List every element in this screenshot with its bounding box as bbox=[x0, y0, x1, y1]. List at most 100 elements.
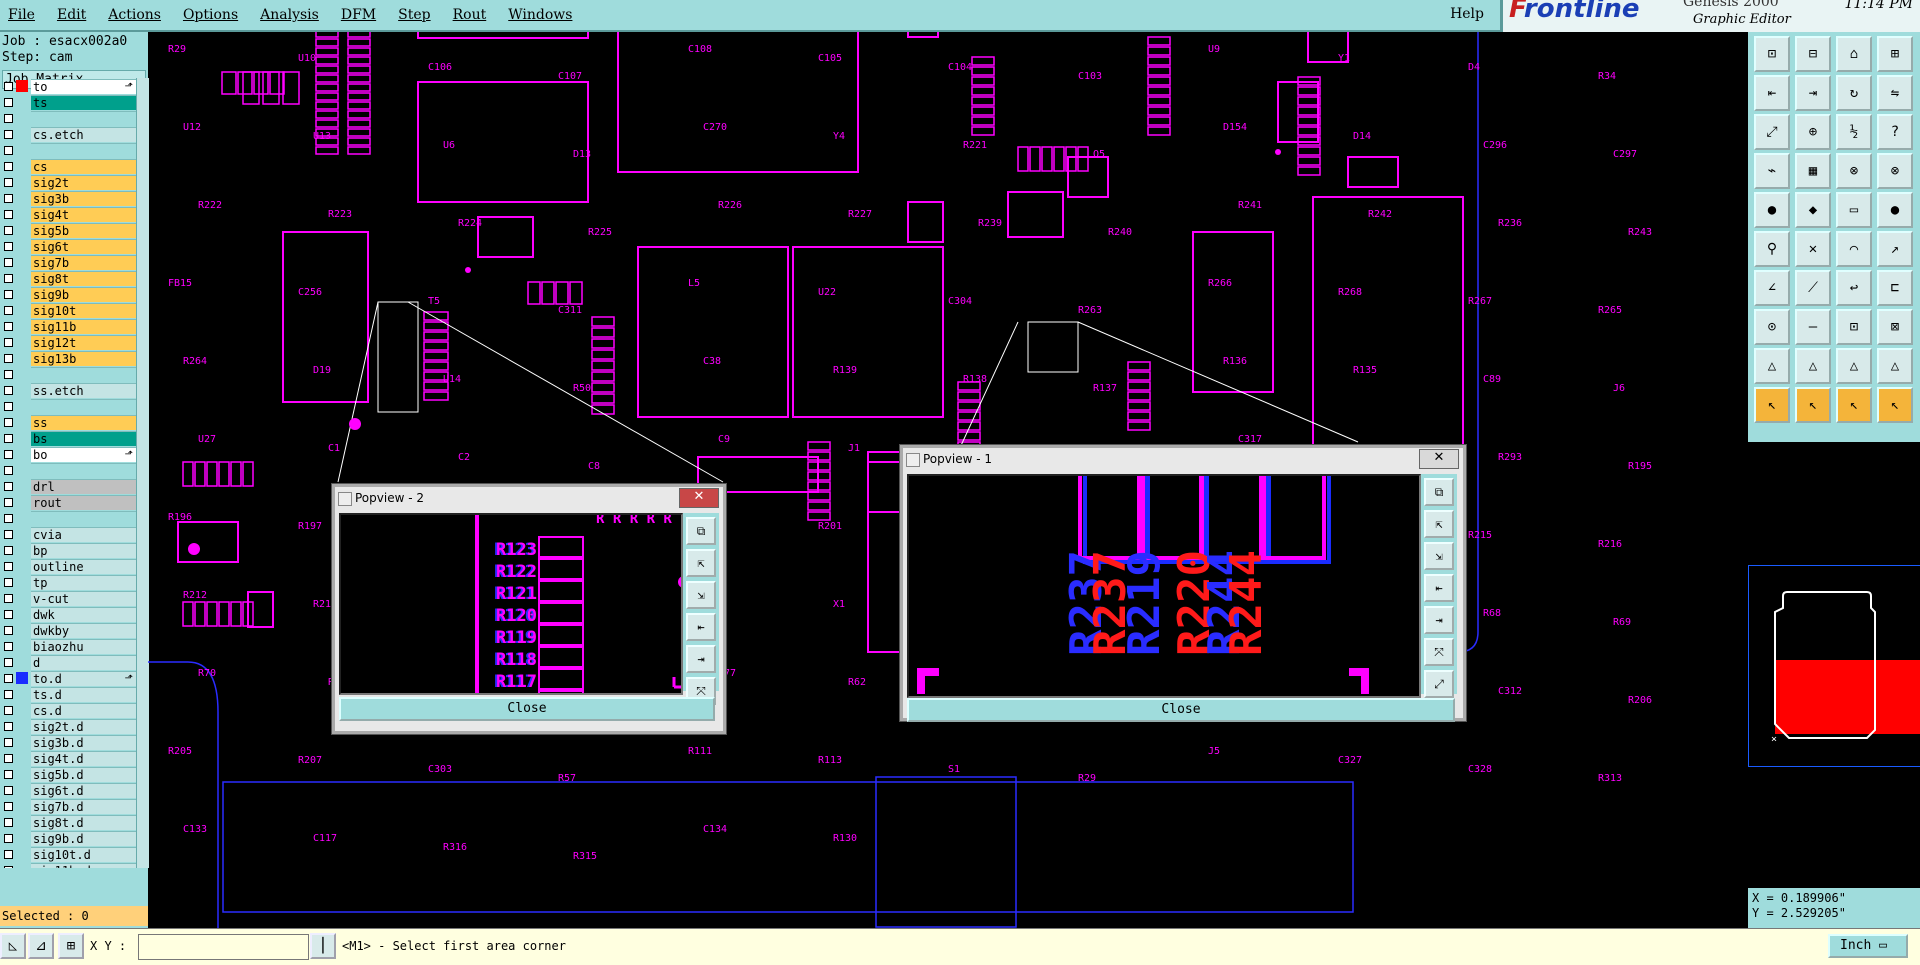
layer-checkbox[interactable] bbox=[4, 641, 13, 651]
pin-tool-icon[interactable]: ⊙ bbox=[1754, 309, 1790, 345]
close-icon[interactable]: ✕ bbox=[1419, 449, 1459, 469]
layer-checkbox[interactable] bbox=[4, 593, 13, 603]
layer-row[interactable]: sig7b bbox=[0, 254, 136, 270]
snap-icon[interactable]: ⌁ bbox=[1754, 153, 1790, 189]
measure-icon[interactable]: ⊿ bbox=[28, 933, 54, 959]
pointer-icon[interactable]: ↖ bbox=[1754, 387, 1790, 423]
layer-color-swatch[interactable] bbox=[16, 176, 28, 188]
layer-color-swatch[interactable] bbox=[16, 864, 28, 868]
layer-row[interactable]: sig11b bbox=[0, 318, 136, 334]
net-tool-icon[interactable]: ⚲ bbox=[1754, 231, 1790, 267]
layer-color-swatch[interactable] bbox=[16, 224, 28, 236]
layer-checkbox[interactable] bbox=[4, 289, 13, 299]
layer-color-swatch[interactable] bbox=[16, 560, 28, 572]
arc-tool-icon[interactable]: ⌒ bbox=[1836, 231, 1872, 267]
zoom-fit-button[interactable]: ⧉ bbox=[686, 517, 716, 545]
layer-checkbox[interactable] bbox=[4, 273, 13, 283]
layer-row[interactable]: sig4t bbox=[0, 206, 136, 222]
zoom-out-button[interactable]: ⇲ bbox=[1424, 542, 1454, 570]
pad-select-red-icon[interactable]: ⊗ bbox=[1877, 153, 1913, 189]
pan-right-button[interactable]: ⇥ bbox=[686, 645, 716, 673]
layer-row[interactable]: ss.etch bbox=[0, 382, 136, 398]
popview-2-titlebar[interactable]: Popview - 2 ✕ bbox=[335, 487, 723, 509]
layer-checkbox[interactable] bbox=[4, 769, 13, 779]
layer-row[interactable] bbox=[0, 462, 136, 478]
layer-checkbox[interactable] bbox=[4, 753, 13, 763]
pan-left-button[interactable]: ⇤ bbox=[686, 613, 716, 641]
layer-color-swatch[interactable] bbox=[16, 352, 28, 364]
layer-row[interactable]: sig4t.d bbox=[0, 750, 136, 766]
cut-tool-icon[interactable]: — bbox=[1795, 309, 1831, 345]
layer-color-swatch[interactable] bbox=[16, 256, 28, 268]
layer-color-swatch[interactable] bbox=[16, 448, 28, 460]
layer-row[interactable]: ts.d bbox=[0, 686, 136, 702]
layer-checkbox[interactable] bbox=[4, 801, 13, 811]
layer-color-swatch[interactable] bbox=[16, 768, 28, 780]
layer-checkbox[interactable] bbox=[4, 321, 13, 331]
layer-checkbox[interactable] bbox=[4, 545, 13, 555]
layer-checkbox[interactable] bbox=[4, 113, 13, 123]
layer-row[interactable] bbox=[0, 510, 136, 526]
cross-tool-icon[interactable]: ✕ bbox=[1795, 231, 1831, 267]
xy-input[interactable] bbox=[138, 934, 309, 960]
layer-color-swatch[interactable] bbox=[16, 416, 28, 428]
board-overview[interactable]: × bbox=[1748, 565, 1920, 767]
layer-color-swatch[interactable] bbox=[16, 480, 28, 492]
layer-checkbox[interactable] bbox=[4, 305, 13, 315]
layer-row[interactable]: cs.etch bbox=[0, 126, 136, 142]
layer-row[interactable]: sig9b.d bbox=[0, 830, 136, 846]
menu-options[interactable]: Options bbox=[183, 7, 238, 23]
layer-color-swatch[interactable] bbox=[16, 240, 28, 252]
layer-checkbox[interactable] bbox=[4, 385, 13, 395]
layer-row[interactable]: sig13b bbox=[0, 350, 136, 366]
layer-row[interactable]: drl bbox=[0, 478, 136, 494]
layer-color-swatch[interactable] bbox=[16, 192, 28, 204]
layer-checkbox[interactable] bbox=[4, 529, 13, 539]
layer-color-swatch[interactable] bbox=[16, 656, 28, 668]
circle-tool-icon[interactable]: ● bbox=[1877, 192, 1913, 228]
layer-color-swatch[interactable] bbox=[16, 720, 28, 732]
layer-checkbox[interactable] bbox=[4, 417, 13, 427]
layer-row[interactable]: dwkby bbox=[0, 622, 136, 638]
layer-row[interactable]: sig2t bbox=[0, 174, 136, 190]
units-select[interactable]: Inch ▭ bbox=[1828, 934, 1908, 958]
layer-row[interactable]: sig12t bbox=[0, 334, 136, 350]
menu-rout[interactable]: Rout bbox=[453, 7, 487, 23]
help-icon[interactable]: ? bbox=[1877, 114, 1913, 150]
layer-color-swatch[interactable] bbox=[16, 80, 28, 92]
tri-tool-icon[interactable]: △ bbox=[1754, 348, 1790, 384]
layer-row[interactable]: sig10t bbox=[0, 302, 136, 318]
layer-row[interactable]: to ⬏ bbox=[0, 78, 136, 94]
layer-row[interactable] bbox=[0, 398, 136, 414]
popview-1-close-button[interactable]: Close bbox=[907, 698, 1455, 722]
mirror-icon[interactable]: ⇋ bbox=[1877, 75, 1913, 111]
layer-checkbox[interactable] bbox=[4, 353, 13, 363]
layer-color-swatch[interactable] bbox=[16, 672, 28, 684]
layer-color-swatch[interactable] bbox=[16, 336, 28, 348]
tri-a-icon[interactable]: △ bbox=[1795, 348, 1831, 384]
connect-tool-icon[interactable]: ⊡ bbox=[1836, 309, 1872, 345]
layer-checkbox[interactable] bbox=[4, 785, 13, 795]
layer-row[interactable]: to.d ⬏ bbox=[0, 670, 136, 686]
zoom-in-button[interactable]: ⇱ bbox=[686, 549, 716, 577]
layer-row[interactable]: sig6t bbox=[0, 238, 136, 254]
feature-dot-icon[interactable]: ● bbox=[1754, 192, 1790, 228]
layer-color-swatch[interactable] bbox=[16, 544, 28, 556]
layer-row[interactable]: biaozhu bbox=[0, 638, 136, 654]
menu-dfm[interactable]: DFM bbox=[341, 7, 376, 23]
zoom-reset-button[interactable]: ⤢ bbox=[1424, 670, 1454, 698]
square-tool-icon[interactable]: ⊠ bbox=[1877, 309, 1913, 345]
pointer-d-icon[interactable]: ↖ bbox=[1877, 387, 1913, 423]
layer-checkbox[interactable] bbox=[4, 225, 13, 235]
layer-checkbox[interactable] bbox=[4, 625, 13, 635]
layer-color-swatch[interactable] bbox=[16, 96, 28, 108]
layer-color-swatch[interactable] bbox=[16, 736, 28, 748]
layer-color-swatch[interactable] bbox=[16, 848, 28, 860]
layer-row[interactable]: cvia bbox=[0, 526, 136, 542]
menu-actions[interactable]: Actions bbox=[108, 7, 161, 23]
zoom-split-icon[interactable]: ⊞ bbox=[1877, 36, 1913, 72]
layer-row[interactable]: sig9b bbox=[0, 286, 136, 302]
layer-row[interactable]: bo ⬏ bbox=[0, 446, 136, 462]
layer-color-swatch[interactable] bbox=[16, 528, 28, 540]
popview-2-canvas[interactable]: R R R R R R R123 R123 R122 R122 R121 R121 R120… bbox=[339, 513, 683, 695]
